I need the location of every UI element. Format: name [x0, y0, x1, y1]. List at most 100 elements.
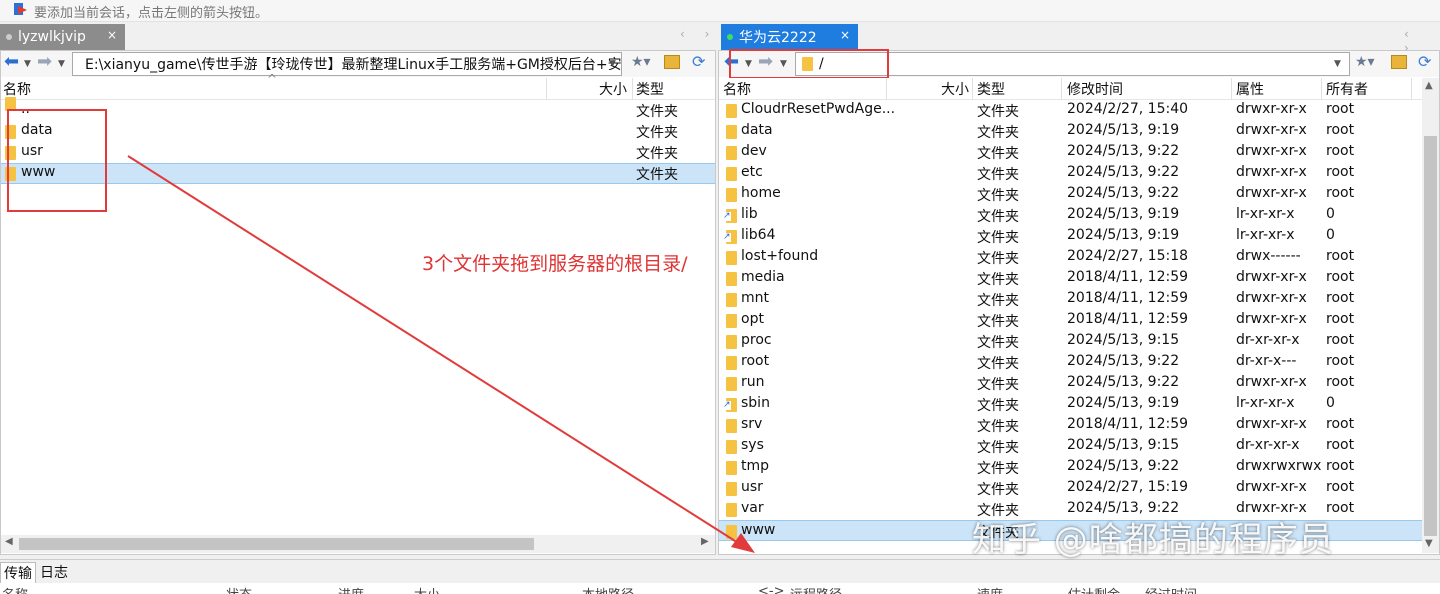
cell-owner: root	[1326, 311, 1355, 327]
cell-perm: drwxr-xr-x	[1236, 101, 1307, 117]
tab-left-label: lyzwlkjvip	[18, 29, 86, 45]
tab-left-session[interactable]: lyzwlkjvip ×	[0, 24, 125, 50]
scrollbar-thumb[interactable]	[1424, 136, 1437, 536]
close-icon[interactable]: ×	[107, 28, 117, 42]
cell-owner: root	[1326, 248, 1355, 264]
list-item[interactable]: media 文件夹 2018/4/11, 12:59 drwxr-xr-x root	[719, 268, 1422, 289]
column-header-name[interactable]: 名称	[723, 79, 751, 99]
cell-perm: drwxr-xr-x	[1236, 185, 1307, 201]
horizontal-scrollbar[interactable]: ◀ ▶	[1, 535, 715, 553]
parent-folder-icon[interactable]	[664, 55, 680, 69]
cell-name: CloudrResetPwdAge...	[741, 101, 896, 117]
column-header-name[interactable]: 名称	[3, 79, 31, 99]
list-item[interactable]: home 文件夹 2024/5/13, 9:22 drwxr-xr-x root	[719, 184, 1422, 205]
list-item[interactable]: etc 文件夹 2024/5/13, 9:22 drwxr-xr-x root	[719, 163, 1422, 184]
list-item[interactable]: CloudrResetPwdAge... 文件夹 2024/2/27, 15:40 d…	[719, 100, 1422, 121]
cell-mtime: 2024/5/13, 9:22	[1067, 374, 1180, 390]
cell-perm: lr-xr-xr-x	[1236, 206, 1295, 222]
tab-right-session[interactable]: 华为云2222 ×	[721, 24, 858, 50]
cell-name: opt	[741, 311, 764, 327]
local-path-input[interactable]: E:\xianyu_game\传世手游【玲珑传世】最新整理Linux手工服务端+…	[72, 52, 622, 76]
chevron-down-icon[interactable]: ▼	[58, 59, 65, 69]
tab-scroll-arrows[interactable]: ‹ ›	[680, 27, 717, 41]
column-header-type[interactable]: 类型	[636, 79, 664, 99]
list-item[interactable]: .. 文件夹	[1, 97, 715, 121]
folder-link-icon	[723, 230, 737, 244]
column-header[interactable]: 远程路径	[790, 584, 842, 594]
column-header-size[interactable]: 大小	[599, 79, 627, 99]
column-header[interactable]: 状态	[226, 584, 252, 594]
scroll-left-icon[interactable]: ◀	[5, 536, 13, 547]
cell-perm: drwxr-xr-x	[1236, 164, 1307, 180]
cell-type: 文件夹	[977, 419, 1019, 435]
cell-name: srv	[741, 416, 763, 432]
list-item[interactable]: data 文件夹	[1, 121, 715, 142]
folder-icon	[726, 146, 737, 160]
close-icon[interactable]: ×	[840, 28, 850, 42]
scroll-up-icon[interactable]: ▲	[1425, 80, 1433, 91]
forward-arrow-icon[interactable]: ➡	[37, 51, 52, 72]
cell-name: tmp	[741, 458, 770, 474]
column-header[interactable]: 大小	[414, 584, 440, 594]
column-header[interactable]: 本地路径	[582, 584, 634, 594]
cell-type: 文件夹	[977, 104, 1019, 120]
list-item[interactable]: lib 文件夹 2024/5/13, 9:19 lr-xr-xr-x 0	[719, 205, 1422, 226]
list-item[interactable]: usr 文件夹	[1, 142, 715, 163]
annotation-text: 3个文件夹拖到服务器的根目录/	[422, 253, 688, 275]
cell-type: 文件夹	[977, 125, 1019, 141]
list-item[interactable]: opt 文件夹 2018/4/11, 12:59 drwxr-xr-x root	[719, 310, 1422, 331]
cell-mtime: 2018/4/11, 12:59	[1067, 416, 1189, 432]
column-header[interactable]: 估计剩余	[1068, 584, 1120, 594]
column-header[interactable]: 经过时间	[1145, 584, 1197, 594]
bookmark-star-icon[interactable]: ★▾	[631, 54, 651, 70]
list-item[interactable]: run 文件夹 2024/5/13, 9:22 drwxr-xr-x root	[719, 373, 1422, 394]
cell-name: dev	[741, 143, 767, 159]
list-item[interactable]: proc 文件夹 2024/5/13, 9:15 dr-xr-xr-x root	[719, 331, 1422, 352]
list-item[interactable]: sbin 文件夹 2024/5/13, 9:19 lr-xr-xr-x 0	[719, 394, 1422, 415]
list-item[interactable]: tmp 文件夹 2024/5/13, 9:22 drwxrwxrwx root	[719, 457, 1422, 478]
local-path-text: E:\xianyu_game\传世手游【玲珑传世】最新整理Linux手工服务端+…	[85, 57, 622, 73]
cell-mtime: 2024/5/13, 9:22	[1067, 143, 1180, 159]
refresh-icon[interactable]: ⟳	[692, 52, 705, 71]
list-item[interactable]: data 文件夹 2024/5/13, 9:19 drwxr-xr-x root	[719, 121, 1422, 142]
chevron-down-icon[interactable]: ▼	[609, 59, 616, 69]
list-item[interactable]: srv 文件夹 2018/4/11, 12:59 drwxr-xr-x root	[719, 415, 1422, 436]
tab-transfer[interactable]: 传输	[0, 562, 36, 584]
cell-name: lost+found	[741, 248, 819, 264]
tab-log[interactable]: 日志	[37, 562, 71, 584]
bookmark-star-icon[interactable]: ★▾	[1355, 54, 1375, 70]
cell-mtime: 2024/5/13, 9:19	[1067, 227, 1180, 243]
column-header[interactable]: 速度	[977, 584, 1003, 594]
scrollbar-thumb[interactable]	[19, 538, 534, 550]
cell-perm: drwxr-xr-x	[1236, 290, 1307, 306]
list-item[interactable]: dev 文件夹 2024/5/13, 9:22 drwxr-xr-x root	[719, 142, 1422, 163]
vertical-scrollbar[interactable]: ▲ ▼	[1422, 78, 1439, 553]
column-header-owner[interactable]: 所有者	[1326, 79, 1368, 99]
list-item[interactable]: mnt 文件夹 2018/4/11, 12:59 drwxr-xr-x root	[719, 289, 1422, 310]
list-item[interactable]: root 文件夹 2024/5/13, 9:22 dr-xr-x--- root	[719, 352, 1422, 373]
parent-folder-icon[interactable]	[1391, 55, 1407, 69]
column-header[interactable]: 进度	[338, 584, 364, 594]
cell-perm: dr-xr-xr-x	[1236, 332, 1300, 348]
cell-perm: drwxr-xr-x	[1236, 479, 1307, 495]
column-header-type[interactable]: 类型	[977, 79, 1005, 99]
back-arrow-icon[interactable]: ⬅	[4, 51, 19, 72]
list-item[interactable]: sys 文件夹 2024/5/13, 9:15 dr-xr-xr-x root	[719, 436, 1422, 457]
list-item-selected[interactable]: www 文件夹	[1, 163, 715, 184]
scroll-down-icon[interactable]: ▼	[1425, 538, 1433, 549]
list-item[interactable]: lost+found 文件夹 2024/2/27, 15:18 drwx------ r…	[719, 247, 1422, 268]
scroll-right-icon[interactable]: ▶	[701, 536, 709, 547]
column-header-perm[interactable]: 属性	[1236, 79, 1264, 99]
column-header-size[interactable]: 大小	[941, 79, 969, 99]
chevron-down-icon[interactable]: ▼	[24, 59, 31, 69]
list-item[interactable]: usr 文件夹 2024/2/27, 15:19 drwxr-xr-x root	[719, 478, 1422, 499]
cell-mtime: 2018/4/11, 12:59	[1067, 269, 1189, 285]
refresh-icon[interactable]: ⟳	[1418, 52, 1431, 71]
cell-mtime: 2024/5/13, 9:22	[1067, 164, 1180, 180]
chevron-down-icon[interactable]: ▼	[1334, 59, 1341, 69]
column-header[interactable]: 名称	[2, 584, 28, 594]
column-header-mtime[interactable]: 修改时间	[1067, 79, 1123, 99]
list-item[interactable]: lib64 文件夹 2024/5/13, 9:19 lr-xr-xr-x 0	[719, 226, 1422, 247]
status-dot-icon	[727, 34, 733, 40]
column-header[interactable]: <->	[758, 584, 784, 594]
